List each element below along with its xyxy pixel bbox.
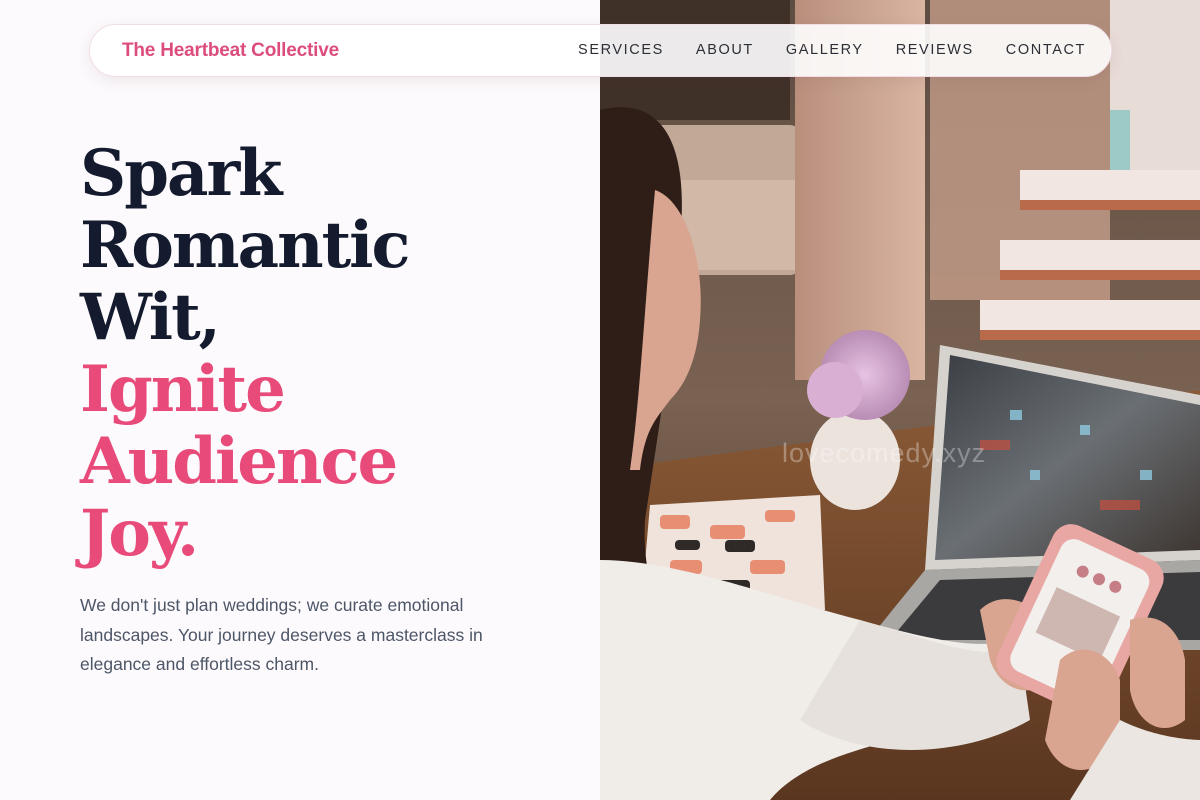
headline-accent-line-2: Audience <box>80 424 398 499</box>
brand-logo[interactable]: The Heartbeat Collective <box>122 40 339 62</box>
nav-link-contact[interactable]: CONTACT <box>1006 42 1086 58</box>
photo-woman-with-laptop-and-phone-icon <box>600 0 1200 800</box>
nav-link-gallery[interactable]: GALLERY <box>786 42 864 58</box>
watermark-text: lovecomedy.xyz <box>782 438 987 468</box>
hero-lede: We don't just plan weddings; we curate e… <box>80 595 483 674</box>
nav-menu: SERVICES ABOUT GALLERY REVIEWS CONTACT <box>578 42 1086 58</box>
hero-section: Spark Romantic Wit, Ignite Audience Joy.… <box>0 0 600 800</box>
nav-link-about[interactable]: ABOUT <box>696 42 754 58</box>
nav-link-reviews[interactable]: REVIEWS <box>896 42 974 58</box>
headline-line-2: Romantic <box>80 208 410 283</box>
headline-line-1: Spark <box>80 136 283 211</box>
headline-line-3: Wit, <box>80 280 221 355</box>
top-navigation: The Heartbeat Collective SERVICES ABOUT … <box>89 24 1112 77</box>
nav-link-services[interactable]: SERVICES <box>578 42 664 58</box>
headline-accent-line-1: Ignite <box>80 352 286 427</box>
headline-accent-line-3: Joy. <box>80 496 199 571</box>
hero-headline: Spark Romantic Wit, Ignite Audience Joy. <box>80 136 410 571</box>
hero-photo: lovecomedy.xyz <box>600 0 1200 800</box>
